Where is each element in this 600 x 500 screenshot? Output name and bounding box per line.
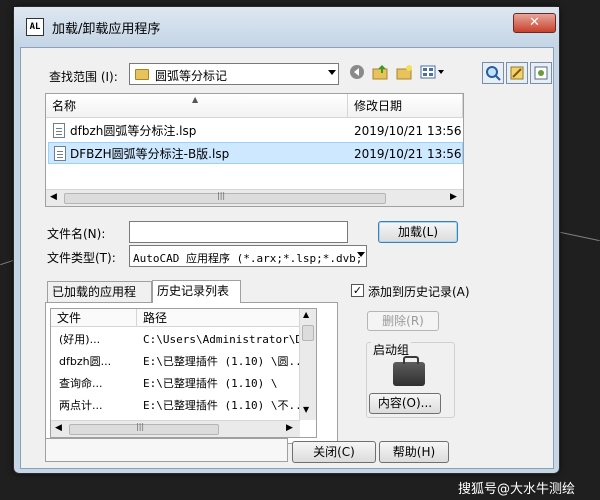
history-file[interactable]: (好用)... xyxy=(59,329,137,351)
history-vscrollbar[interactable]: ▲ ▼ xyxy=(299,309,316,420)
lsp-file-icon xyxy=(53,123,65,138)
filename-label: 文件名(N): xyxy=(47,227,106,241)
add-to-history-checkbox[interactable]: ✓ xyxy=(351,284,364,297)
startup-group: 启动组 内容(O)... xyxy=(366,341,455,418)
file-row-selected[interactable]: DFBZH圆弧等分标注-B版.lsp 2019/10/21 13:56 xyxy=(48,142,463,164)
scroll-left-icon[interactable]: ◀ xyxy=(50,192,57,202)
close-window-button[interactable]: ✕ xyxy=(513,13,556,33)
history-hscrollbar[interactable]: ◀ ||| ▶ xyxy=(51,420,300,437)
file-date: 2019/10/21 13:56 xyxy=(354,147,462,161)
filename-input[interactable] xyxy=(129,221,348,243)
dialog-window: AL 加载/卸载应用程序 ✕ 查找范围 (I): 圆弧等分标记 名称 ▲ 修改日… xyxy=(13,6,560,474)
close-button[interactable]: 关闭(C) xyxy=(292,441,376,463)
column-header-date[interactable]: 修改日期 xyxy=(348,94,463,118)
views-menu-icon[interactable] xyxy=(419,64,447,84)
chevron-down-icon xyxy=(357,252,365,257)
up-folder-icon[interactable] xyxy=(371,64,391,84)
dialog-body: 查找范围 (I): 圆弧等分标记 名称 ▲ 修改日期 dfbzh圆弧等分标注.l… xyxy=(20,47,554,469)
history-path[interactable]: C:\Users\Administrator\De... xyxy=(143,329,301,351)
options-icon[interactable] xyxy=(530,62,552,84)
history-path[interactable]: E:\已整理插件 (1.10) \圆... xyxy=(143,351,301,373)
column-header-file[interactable]: 文件 xyxy=(51,309,137,327)
history-file[interactable]: dfbzh圆... xyxy=(59,351,137,373)
scroll-grip: ||| xyxy=(217,191,226,200)
scroll-grip: ||| xyxy=(136,422,145,431)
contents-button[interactable]: 内容(O)... xyxy=(369,393,441,414)
scroll-right-icon[interactable]: ▶ xyxy=(286,423,293,433)
sort-arrow-icon: ▲ xyxy=(192,95,199,104)
look-in-value: 圆弧等分标记 xyxy=(155,69,228,83)
help-button[interactable]: 帮助(H) xyxy=(379,441,449,463)
filetype-combo[interactable]: AutoCAD 应用程序 (*.arx;*.lsp;*.dvb; xyxy=(129,245,367,267)
column-header-name[interactable]: 名称 ▲ xyxy=(46,94,348,118)
find-icon[interactable] xyxy=(482,62,504,84)
file-name: dfbzh圆弧等分标注.lsp xyxy=(70,124,197,138)
tab-history-list[interactable]: 历史记录列表 xyxy=(152,280,241,303)
add-to-history-label: 添加到历史记录(A) xyxy=(368,285,470,299)
scroll-thumb[interactable]: ||| xyxy=(64,191,386,204)
history-file[interactable]: 查询命... xyxy=(59,373,137,395)
column-date-label: 修改日期 xyxy=(354,99,403,113)
window-title: 加载/卸载应用程序 xyxy=(52,22,161,37)
watermark: 搜狐号@大水牛测绘 xyxy=(458,482,576,497)
title-bar[interactable]: AL 加载/卸载应用程序 ✕ xyxy=(14,7,559,45)
new-folder-icon[interactable] xyxy=(395,64,415,84)
load-button[interactable]: 加载(L) xyxy=(378,221,458,243)
lsp-file-icon xyxy=(54,146,66,161)
scroll-right-icon[interactable]: ▶ xyxy=(450,192,457,202)
look-in-combo[interactable]: 圆弧等分标记 xyxy=(129,63,339,85)
autocad-app-icon: AL xyxy=(26,18,44,36)
tools-icon[interactable] xyxy=(506,62,528,84)
briefcase-icon xyxy=(393,356,425,386)
tab-loaded-apps[interactable]: 已加载的应用程序 xyxy=(47,281,152,319)
filetype-label: 文件类型(T): xyxy=(47,251,116,265)
column-header-path[interactable]: 路径 xyxy=(137,309,301,327)
back-arrow-icon[interactable] xyxy=(347,64,367,84)
scroll-thumb[interactable]: ||| xyxy=(69,422,219,435)
history-path[interactable]: E:\已整理插件 (1.10) \不... xyxy=(143,395,301,411)
chevron-down-icon xyxy=(328,70,336,75)
file-date: 2019/10/21 13:56 xyxy=(354,124,462,138)
history-file[interactable]: 两点计... xyxy=(59,395,137,411)
file-list-hscrollbar[interactable]: ◀ ||| ▶ xyxy=(46,189,463,206)
file-row[interactable]: dfbzh圆弧等分标注.lsp 2019/10/21 13:56 xyxy=(48,120,463,142)
file-list[interactable]: 名称 ▲ 修改日期 dfbzh圆弧等分标注.lsp 2019/10/21 13:… xyxy=(45,93,464,207)
scroll-up-icon[interactable]: ▲ xyxy=(303,310,309,319)
scroll-down-icon[interactable]: ▼ xyxy=(303,405,309,414)
history-tab-pane: 文件 路径 (好用)... C:\Users\Administrator\De.… xyxy=(45,302,338,444)
column-name-label: 名称 xyxy=(52,99,77,113)
remove-button[interactable]: 删除(R) xyxy=(367,311,439,331)
history-path[interactable]: E:\已整理插件 (1.10) \ xyxy=(143,373,301,395)
file-name: DFBZH圆弧等分标注-B版.lsp xyxy=(70,147,230,161)
look-in-label: 查找范围 (I): xyxy=(49,70,118,84)
filetype-value: AutoCAD 应用程序 (*.arx;*.lsp;*.dvb; xyxy=(133,252,363,265)
status-box xyxy=(45,438,288,462)
history-list[interactable]: 文件 路径 (好用)... C:\Users\Administrator\De.… xyxy=(50,308,317,438)
scroll-thumb[interactable] xyxy=(302,325,314,341)
folder-icon xyxy=(135,69,149,80)
scroll-left-icon[interactable]: ◀ xyxy=(55,423,62,433)
